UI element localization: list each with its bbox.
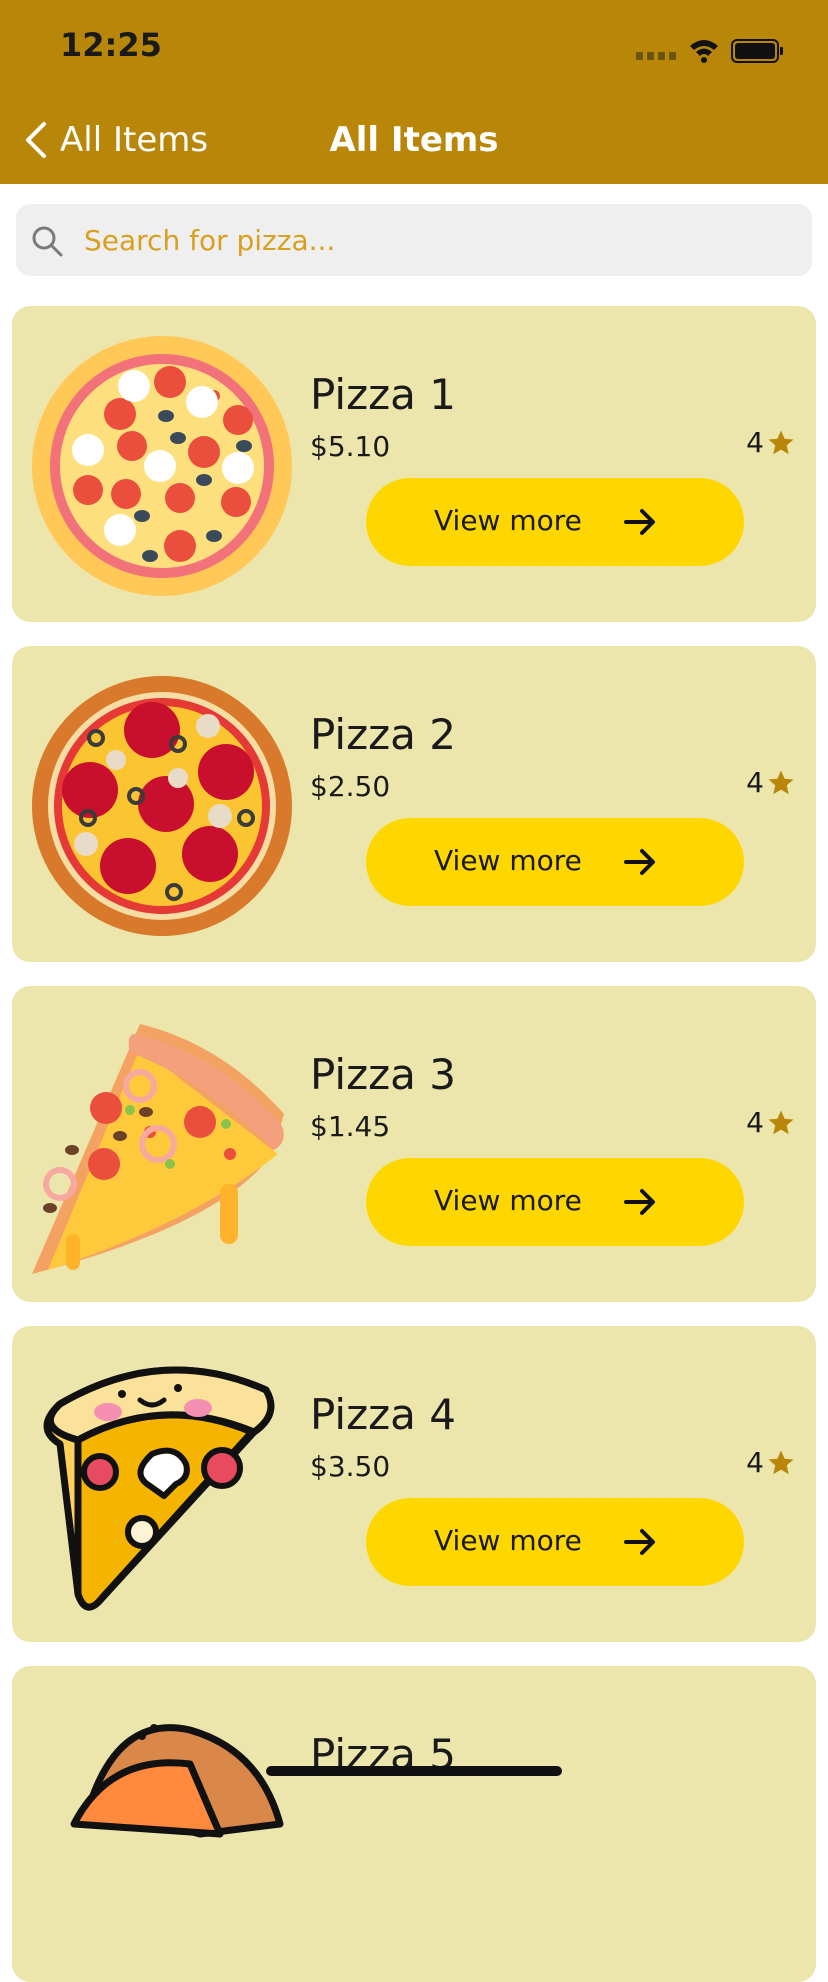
view-more-label: View more [434, 1184, 582, 1217]
arrow-right-icon [624, 1529, 655, 1555]
pizza-price: $2.50 [310, 770, 391, 803]
pizza-image [32, 676, 292, 936]
rating-value: 4 [746, 426, 764, 459]
star-icon [768, 430, 794, 454]
star-icon [768, 1110, 794, 1134]
pizza-price: $1.45 [310, 1110, 391, 1143]
view-more-button[interactable]: View more [366, 1158, 744, 1246]
page-title: All Items [329, 120, 499, 160]
pizza-rating: 4 [746, 426, 796, 459]
rating-value: 4 [746, 1446, 764, 1479]
pizza-image [32, 336, 292, 596]
pizza-card[interactable]: Pizza 3 $1.45 4 View more [12, 986, 816, 1302]
pizza-card[interactable]: Pizza 4 $3.50 4 View more [12, 1326, 816, 1642]
pizza-card[interactable]: Pizza 5 [12, 1666, 816, 1982]
rating-value: 4 [746, 766, 764, 799]
search-bar[interactable] [16, 204, 812, 276]
view-more-label: View more [434, 504, 582, 537]
wifi-icon [690, 40, 718, 63]
pizza-price: $5.10 [310, 430, 391, 463]
pizza-name: Pizza 3 [310, 1050, 456, 1099]
arrow-right-icon [624, 1189, 655, 1215]
pizza-name: Pizza 4 [310, 1390, 456, 1439]
star-icon [768, 1450, 794, 1474]
pizza-slice-cartoon-image [70, 1724, 284, 1838]
star-icon [768, 770, 794, 794]
view-more-button[interactable]: View more [366, 818, 744, 906]
pizza-slice-image [32, 1024, 284, 1274]
home-indicator [266, 1766, 562, 1776]
view-more-button[interactable]: View more [366, 478, 744, 566]
pizza-rating: 4 [746, 1106, 796, 1139]
pizza-price: $3.50 [310, 1450, 391, 1483]
pizza-slice-cartoon-image [43, 1366, 275, 1611]
pizza-rating: 4 [746, 766, 796, 799]
status-icons [636, 39, 783, 63]
arrow-right-icon [624, 849, 655, 875]
nav-header: 12:25 All Items All Items [0, 0, 828, 184]
rating-value: 4 [746, 1106, 764, 1139]
pizza-rating: 4 [746, 1446, 796, 1479]
search-icon [32, 226, 63, 257]
signal-icon [636, 52, 676, 60]
pizza-name: Pizza 2 [310, 710, 456, 759]
arrow-right-icon [624, 509, 655, 535]
pizza-card[interactable]: Pizza 2 $2.50 4 View more [12, 646, 816, 962]
search-input[interactable] [68, 204, 784, 276]
view-more-label: View more [434, 844, 582, 877]
view-more-label: View more [434, 1524, 582, 1557]
battery-icon [731, 39, 783, 63]
status-time: 12:25 [60, 26, 162, 64]
pizza-name: Pizza 1 [310, 370, 456, 419]
view-more-button[interactable]: View more [366, 1498, 744, 1586]
pizza-card[interactable]: Pizza 1 $5.10 4 View more [12, 306, 816, 622]
